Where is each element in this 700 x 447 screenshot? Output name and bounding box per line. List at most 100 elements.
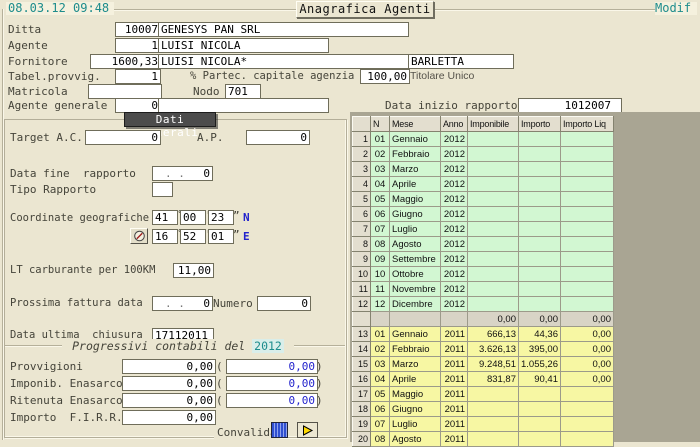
cell-importo[interactable] bbox=[519, 222, 561, 237]
cell-n[interactable]: 09 bbox=[371, 252, 390, 267]
prossima-fattura-data-field[interactable]: . . 0 bbox=[152, 296, 213, 311]
cell-importo-liq[interactable] bbox=[560, 417, 613, 432]
cell-anno[interactable]: 2011 bbox=[441, 387, 468, 402]
cell-imponibile[interactable]: 666,13 bbox=[468, 327, 519, 342]
cell-anno[interactable]: 2012 bbox=[441, 297, 468, 312]
cell-imponibile[interactable] bbox=[468, 192, 519, 207]
cell-importo[interactable] bbox=[519, 267, 561, 282]
cell-importo-liq[interactable]: 0,00 bbox=[560, 342, 613, 357]
cell-n[interactable]: 07 bbox=[371, 222, 390, 237]
cell-importo-liq[interactable] bbox=[560, 402, 613, 417]
cell-mese[interactable]: Settembre bbox=[390, 252, 441, 267]
cell-imponibile[interactable]: 3.626,13 bbox=[468, 342, 519, 357]
row-number[interactable]: 16 bbox=[353, 372, 371, 387]
column-header-importo-liq[interactable]: Importo Liq bbox=[560, 117, 613, 132]
cell-mese[interactable]: Agosto bbox=[390, 432, 441, 447]
cell-imponibile[interactable] bbox=[468, 147, 519, 162]
imponib-enasarco-paren-field[interactable]: 0,00 bbox=[226, 376, 318, 391]
row-number[interactable]: 20 bbox=[353, 432, 371, 447]
cell-imponibile[interactable] bbox=[468, 387, 519, 402]
numero-field[interactable]: 0 bbox=[257, 296, 311, 311]
cell-importo-liq[interactable] bbox=[560, 132, 613, 147]
row-number[interactable]: 2 bbox=[353, 147, 371, 162]
cell-imponibile[interactable]: 831,87 bbox=[468, 372, 519, 387]
cell-importo[interactable] bbox=[519, 297, 561, 312]
target-ac-field[interactable]: 0 bbox=[85, 130, 161, 145]
cell-anno[interactable]: 2011 bbox=[441, 432, 468, 447]
row-number[interactable]: 19 bbox=[353, 417, 371, 432]
cell-n[interactable]: 10 bbox=[371, 267, 390, 282]
cell-imponibile[interactable] bbox=[468, 432, 519, 447]
ritenuta-enasarco-paren-field[interactable]: 0,00 bbox=[226, 393, 318, 408]
column-header-importo[interactable]: Importo bbox=[519, 117, 561, 132]
cell-imponibile[interactable] bbox=[468, 132, 519, 147]
compass-icon[interactable] bbox=[130, 228, 148, 244]
cell-anno[interactable]: 2011 bbox=[441, 357, 468, 372]
cell-mese[interactable]: Giugno bbox=[390, 207, 441, 222]
tipo-rapporto-field[interactable] bbox=[152, 182, 173, 197]
lon-deg-field[interactable]: 16 bbox=[152, 229, 178, 244]
cell-imponibile[interactable] bbox=[468, 207, 519, 222]
cell-mese[interactable]: Ottobre bbox=[390, 267, 441, 282]
fornitore-city-field[interactable]: BARLETTA bbox=[408, 54, 514, 69]
cell-anno[interactable]: 2012 bbox=[441, 222, 468, 237]
cell-n[interactable]: 08 bbox=[371, 432, 390, 447]
cell-n[interactable]: 08 bbox=[371, 237, 390, 252]
cell-importo[interactable] bbox=[519, 147, 561, 162]
row-number[interactable]: 1 bbox=[353, 132, 371, 147]
agente-code-field[interactable]: 1 bbox=[115, 38, 161, 53]
column-header-rownum[interactable] bbox=[353, 117, 371, 132]
cell-imponibile[interactable] bbox=[468, 222, 519, 237]
nodo-field[interactable]: 701 bbox=[225, 84, 261, 99]
cell-n[interactable]: 02 bbox=[371, 147, 390, 162]
cell-mese[interactable]: Giugno bbox=[390, 402, 441, 417]
cell-imponibile[interactable] bbox=[468, 252, 519, 267]
row-number[interactable]: 10 bbox=[353, 267, 371, 282]
cell-imponibile[interactable] bbox=[468, 267, 519, 282]
cell-n[interactable]: 01 bbox=[371, 327, 390, 342]
cell-mese[interactable]: Febbraio bbox=[390, 147, 441, 162]
cell-mese[interactable]: Gennaio bbox=[390, 327, 441, 342]
cell-anno[interactable]: 2012 bbox=[441, 207, 468, 222]
cell-mese[interactable]: Febbraio bbox=[390, 342, 441, 357]
target-ap-field[interactable]: 0 bbox=[246, 130, 310, 145]
row-number[interactable]: 5 bbox=[353, 192, 371, 207]
column-header-n[interactable]: N bbox=[371, 117, 390, 132]
cell-imponibile[interactable] bbox=[468, 282, 519, 297]
cell-importo-liq[interactable] bbox=[560, 267, 613, 282]
monthly-table[interactable]: NMeseAnnoImponibileImportoImporto Liq101… bbox=[352, 116, 614, 447]
column-header-anno[interactable]: Anno bbox=[441, 117, 468, 132]
cell-importo[interactable] bbox=[519, 387, 561, 402]
cell-importo[interactable]: 90,41 bbox=[519, 372, 561, 387]
cell-anno[interactable]: 2012 bbox=[441, 162, 468, 177]
cell-n[interactable]: 06 bbox=[371, 402, 390, 417]
cell-importo[interactable] bbox=[519, 282, 561, 297]
cell-mese[interactable]: Luglio bbox=[390, 417, 441, 432]
cell-importo-liq[interactable] bbox=[560, 192, 613, 207]
cell-anno[interactable]: 2012 bbox=[441, 132, 468, 147]
importo-firr-field[interactable]: 0,00 bbox=[122, 410, 216, 425]
row-number[interactable]: 13 bbox=[353, 327, 371, 342]
cell-n[interactable]: 05 bbox=[371, 387, 390, 402]
cell-importo[interactable] bbox=[519, 417, 561, 432]
cell-importo[interactable] bbox=[519, 252, 561, 267]
cell-n[interactable]: 12 bbox=[371, 297, 390, 312]
cell-n[interactable]: 04 bbox=[371, 177, 390, 192]
cell-anno[interactable]: 2012 bbox=[441, 282, 468, 297]
cell-importo-liq[interactable] bbox=[560, 297, 613, 312]
cell-mese[interactable]: Luglio bbox=[390, 222, 441, 237]
lat-sec-field[interactable]: 23 bbox=[208, 210, 234, 225]
lon-min-field[interactable]: 52 bbox=[180, 229, 206, 244]
cell-mese[interactable]: Aprile bbox=[390, 177, 441, 192]
cell-importo[interactable] bbox=[519, 237, 561, 252]
cell-anno[interactable]: 2012 bbox=[441, 252, 468, 267]
cell-importo-liq[interactable] bbox=[560, 252, 613, 267]
cell-anno[interactable]: 2011 bbox=[441, 327, 468, 342]
row-number[interactable]: 14 bbox=[353, 342, 371, 357]
row-number[interactable]: 15 bbox=[353, 357, 371, 372]
cell-anno[interactable]: 2012 bbox=[441, 177, 468, 192]
cell-importo-liq[interactable] bbox=[560, 162, 613, 177]
cell-n[interactable]: 03 bbox=[371, 357, 390, 372]
cell-importo[interactable]: 1.055,26 bbox=[519, 357, 561, 372]
row-number[interactable]: 12 bbox=[353, 297, 371, 312]
